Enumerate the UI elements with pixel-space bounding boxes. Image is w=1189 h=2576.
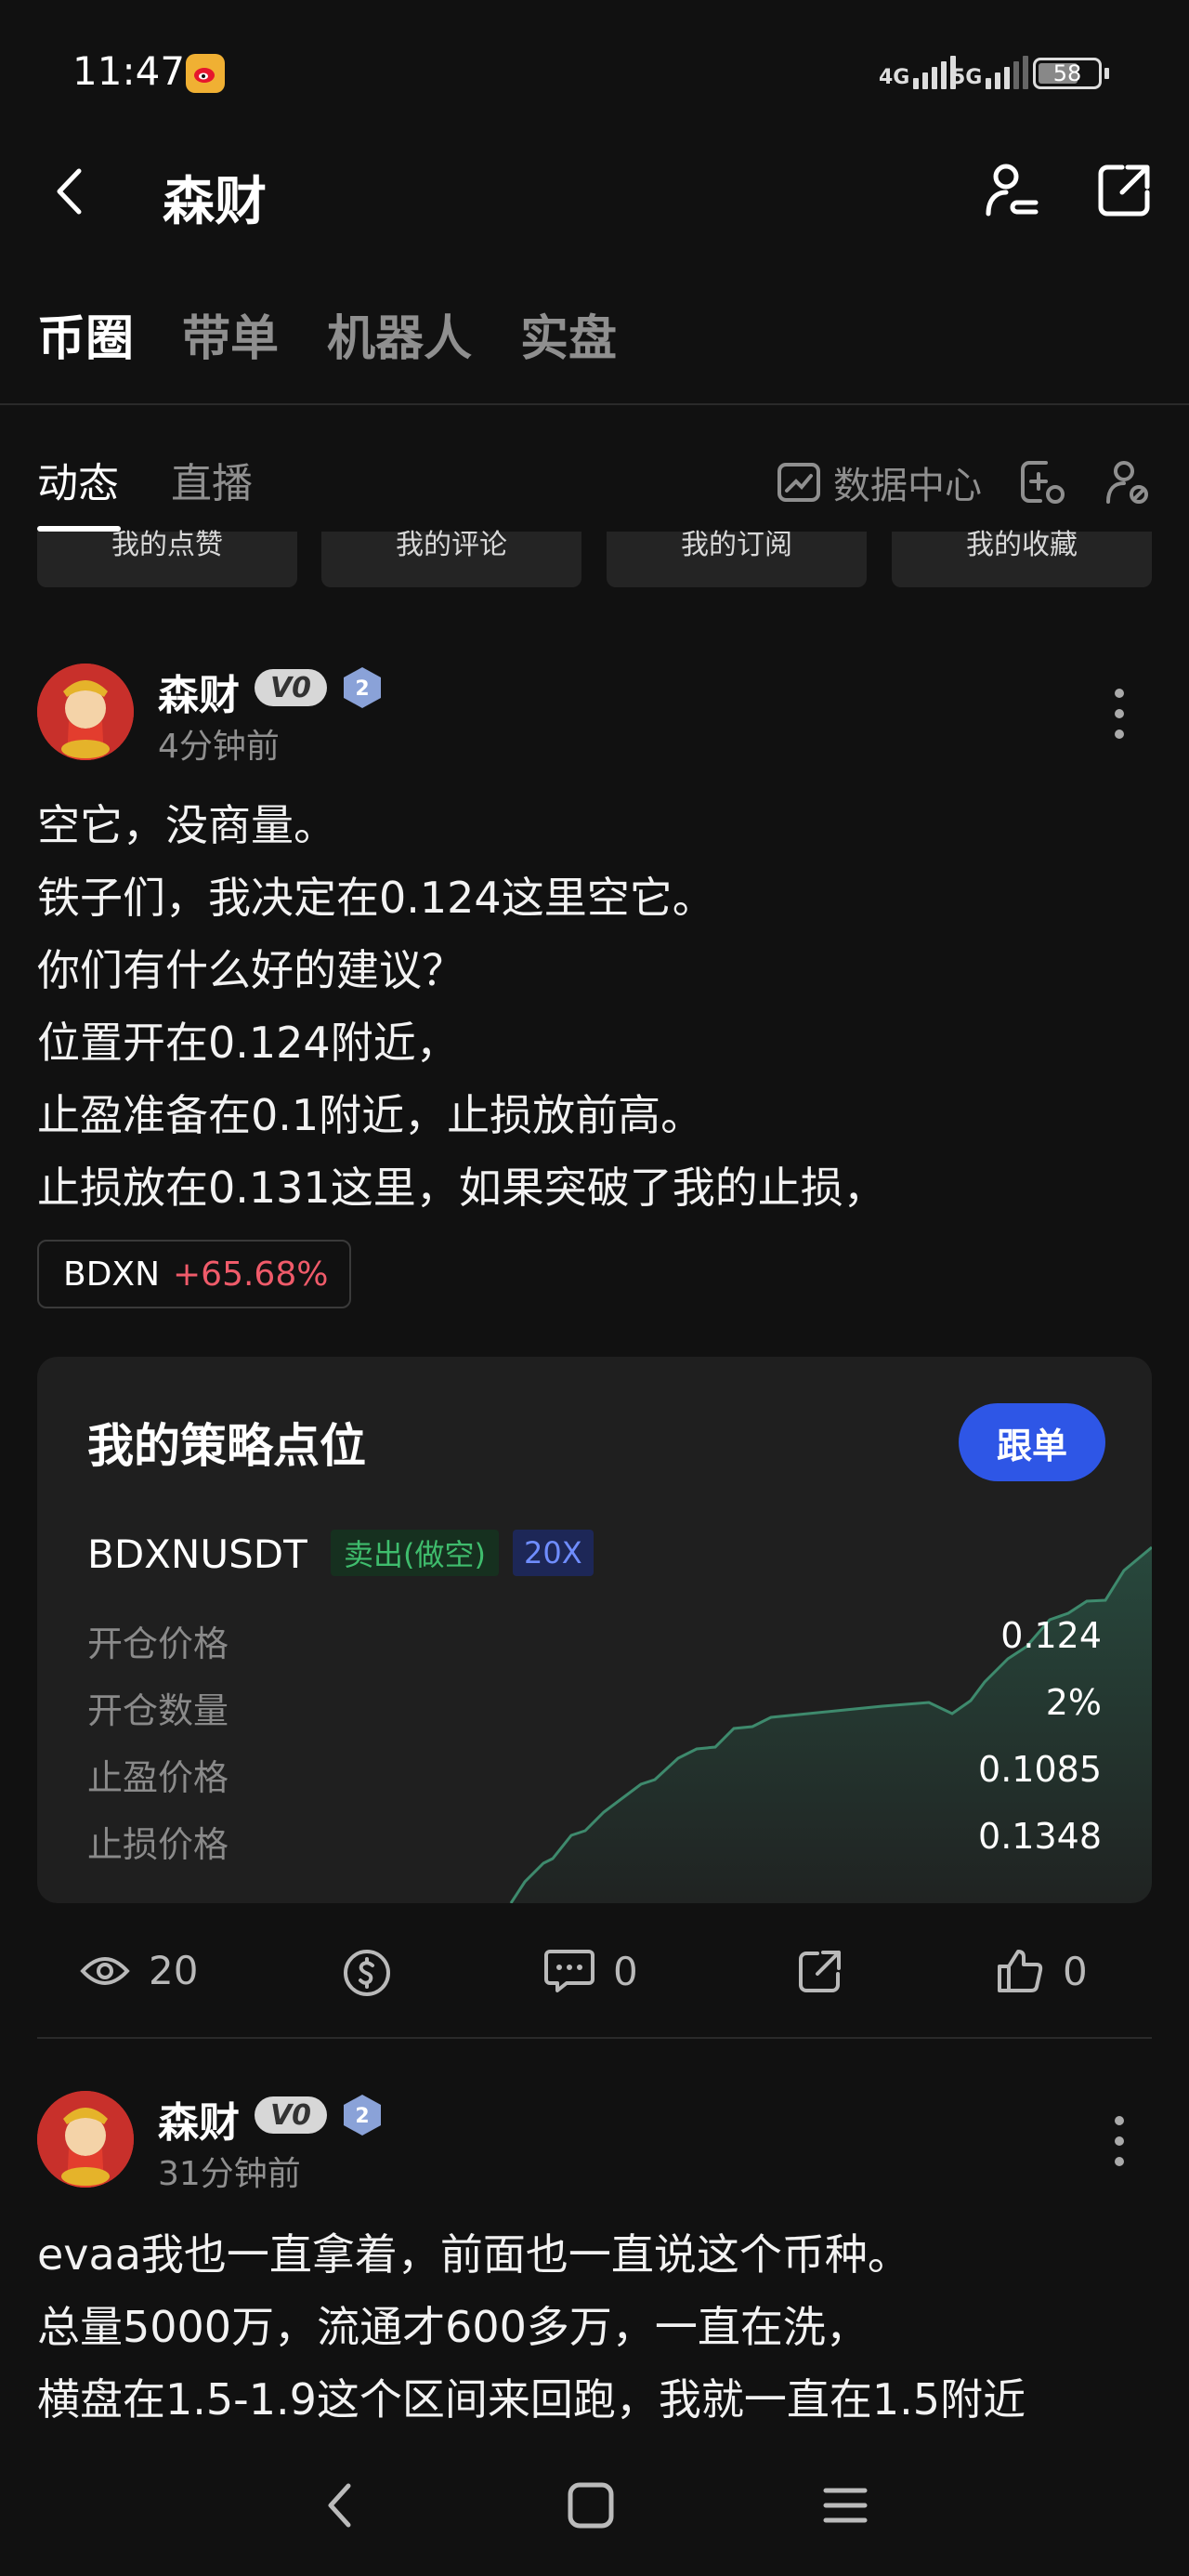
post-text-line: 止损放在0.131这里，如果突破了我的止损， (37, 1163, 886, 1213)
chip-my-favorites[interactable]: 我的收藏 (892, 532, 1152, 587)
vip-badge: V0 (255, 669, 327, 706)
views-count-value: 20 (149, 1948, 199, 1993)
nav-menu-icon[interactable] (817, 2477, 873, 2533)
strategy-title: 我的策略点位 (87, 1419, 366, 1473)
post-text-line: 位置开在0.124附近， (37, 1018, 459, 1068)
comment-icon (544, 1950, 594, 1992)
open-price-value: 0.124 (1000, 1615, 1102, 1656)
post-text-line: 空它，没商量。 (37, 800, 336, 850)
weibo-notification-icon (186, 54, 225, 93)
post-time: 4分钟前 (158, 728, 280, 766)
post-text-line: 你们有什么好的建议？ (37, 945, 464, 995)
open-qty-value: 2% (1045, 1682, 1102, 1723)
post-username[interactable]: 森财 (158, 662, 240, 721)
take-profit-label: 止盈价格 (87, 1757, 229, 1798)
trading-pair: BDXNUSDT (87, 1531, 307, 1577)
level-badge: 2 (340, 665, 383, 708)
net-type-4g: 4G (879, 66, 910, 89)
coin-tag-change: +65.68% (173, 1255, 329, 1294)
more-options-icon[interactable] (1105, 2113, 1133, 2169)
signal-5g-icon: 5G (951, 52, 1029, 89)
nav-home-icon[interactable] (563, 2477, 619, 2533)
follow-order-button[interactable]: 跟单 (959, 1403, 1105, 1481)
avatar[interactable] (37, 2091, 134, 2188)
share-post-button[interactable] (797, 1948, 843, 1994)
post-text-line: 铁子们，我决定在0.124这里空它。 (37, 873, 715, 923)
stop-loss-label: 止损价格 (87, 1824, 229, 1865)
battery-cap (1104, 68, 1109, 79)
post-text-line: 总量5000万，流通才600多万，一直在洗， (37, 2302, 869, 2352)
tab-copy-trading[interactable]: 带单 (182, 299, 279, 369)
tab-coin-circle[interactable]: 币圈 (37, 299, 134, 369)
like-count: 0 (1063, 1948, 1088, 1994)
tab-live-trading[interactable]: 实盘 (520, 299, 617, 369)
strategy-card[interactable]: 我的策略点位 跟单 BDXNUSDT 卖出(做空) 20X 开仓价格 0.124… (37, 1357, 1152, 1903)
avatar[interactable] (37, 664, 134, 760)
header-divider (0, 403, 1189, 405)
post-username[interactable]: 森财 (158, 2089, 240, 2149)
tab-feed[interactable]: 动态 (37, 450, 119, 509)
level-badge: 2 (340, 2093, 383, 2136)
add-post-icon[interactable] (1016, 455, 1068, 507)
chip-my-subscriptions[interactable]: 我的订阅 (607, 532, 867, 587)
nav-back-icon[interactable] (316, 2476, 362, 2535)
comment-count: 0 (613, 1948, 638, 1994)
open-qty-label: 开仓数量 (87, 1690, 229, 1731)
data-chart-icon (777, 463, 820, 502)
user-settings-icon[interactable] (983, 160, 1042, 221)
eye-icon (80, 1956, 130, 1985)
user-manage-icon[interactable] (1102, 455, 1154, 507)
signal-4g-icon: 4G (879, 52, 957, 89)
post-time: 31分钟前 (158, 2155, 301, 2193)
post-text-line: evaa我也一直拿着，前面也一直说这个币种。 (37, 2229, 910, 2280)
net-type-5g: 5G (951, 66, 983, 89)
open-price-label: 开仓价格 (87, 1623, 229, 1664)
coin-tag[interactable]: BDXN +65.68% (37, 1240, 351, 1308)
like-button[interactable]: 0 (996, 1948, 1088, 1994)
post-text-line: 横盘在1.5-1.9这个区间来回跑，我就一直在1.5附近 (37, 2374, 1026, 2425)
page-title: 森财 (163, 172, 267, 232)
back-icon[interactable] (43, 164, 95, 219)
battery-icon: 58 (1033, 58, 1102, 89)
tip-button[interactable] (342, 1948, 392, 1998)
chip-my-likes[interactable]: 我的点赞 (37, 532, 297, 587)
coin-tag-name: BDXN (63, 1255, 161, 1294)
side-badge: 卖出(做空) (331, 1530, 499, 1576)
share-icon[interactable] (1094, 160, 1154, 221)
data-center-label: 数据中心 (833, 465, 982, 507)
level-badge-text: 2 (355, 677, 369, 701)
take-profit-value: 0.1085 (978, 1749, 1102, 1790)
stop-loss-value: 0.1348 (978, 1816, 1102, 1857)
status-time: 11:47 (72, 48, 186, 94)
coin-icon (344, 1950, 390, 1996)
chip-my-comments[interactable]: 我的评论 (321, 532, 581, 587)
tab-robot[interactable]: 机器人 (327, 299, 472, 369)
thumbs-up-icon (998, 1950, 1043, 1992)
level-badge-text: 2 (355, 2105, 369, 2128)
post-divider (37, 2037, 1152, 2039)
leverage-badge: 20X (513, 1530, 594, 1576)
more-options-icon[interactable] (1105, 686, 1133, 742)
data-center-link[interactable]: 数据中心 (776, 455, 982, 509)
vip-badge: V0 (255, 2096, 327, 2134)
post-text-line: 止盈准备在0.1附近，止损放前高。 (37, 1090, 704, 1140)
tab-live[interactable]: 直播 (171, 450, 253, 509)
battery-level: 58 (1052, 60, 1082, 86)
share-post-icon (799, 1951, 841, 1992)
comment-button[interactable]: 0 (544, 1948, 638, 1994)
views-count: 20 (80, 1948, 198, 1993)
